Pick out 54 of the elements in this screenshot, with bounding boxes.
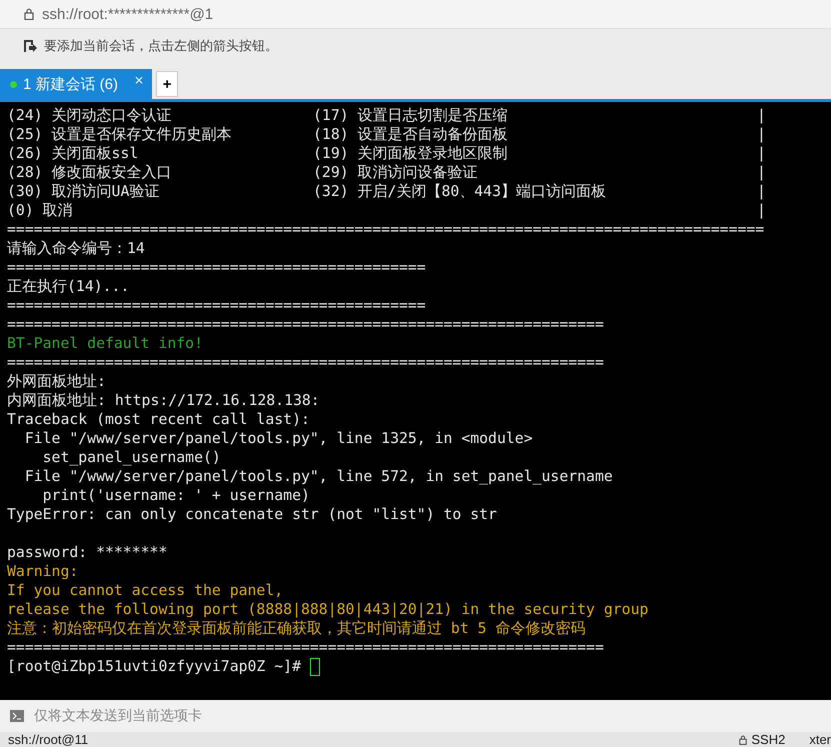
menu-option: (24) 关闭动态口令认证 [7,106,313,125]
terminal-line: ===================================================================================== [7,220,766,239]
lock-icon [24,8,34,20]
connection-text: ssh://root@11 [8,732,88,747]
terminal-type-text: xter [809,732,831,747]
terminal-line: 正在执行(14)... [7,277,130,296]
terminal-line: File "/www/server/panel/tools.py", line 1325, in <module> [24,429,534,448]
terminal-line: TypeError: can only concatenate str (not "list") to str [7,505,498,524]
terminal-line: set_panel_username() [42,448,222,467]
shell-prompt: [root@iZbp151uvti0zfyyvi7ap0Z ~]# [7,657,302,676]
cursor-icon [310,658,320,676]
table-border: | [757,106,766,125]
send-text-field[interactable]: 仅将文本发送到当前选项卡 [32,707,432,725]
terminal-line: 请输入命令编号：14 [7,239,146,258]
arrow-icon[interactable] [22,38,38,54]
protocol-text: SSH2 [751,732,786,747]
terminal-line: File "/www/server/panel/tools.py", line 572, in set_panel_username [24,467,614,486]
hint-text: 要添加当前会话，点击左侧的箭头按钮。 [44,38,278,55]
terminal-line: If you cannot access the panel, [7,581,284,600]
menu-option: (29) 取消访问设备验证 [313,163,757,182]
address-text: ssh://root:**************@1 [42,6,214,22]
terminal-line: =================================================================== [7,315,605,334]
close-button[interactable]: × [134,73,144,87]
menu-option: (28) 修改面板安全入口 [7,163,313,182]
lock-icon [739,734,748,744]
terminal-line: Traceback (most recent call last): [7,410,311,429]
new-tab-button[interactable]: + [156,71,178,97]
table-border: | [757,201,766,220]
terminal-line: Warning: [7,562,80,581]
terminal-line: =============================================== [7,258,427,277]
menu-option: (19) 关闭面板登录地区限制 [313,144,757,163]
terminal-line: release the following port (8888|888|80|443|20|21) in the security group [7,600,650,619]
terminal-line: 内网面板地址: https://172.16.128.138: [7,391,321,410]
menu-option: (25) 设置是否保存文件历史副本 [7,125,313,144]
terminal-line: =============================================== [7,296,427,315]
menu-option: (18) 设置是否自动备份面板 [313,125,757,144]
menu-option: (17) 设置日志切割是否压缩 [313,106,757,125]
terminal-line: password: ******** [7,543,168,562]
menu-option: (30) 取消访问UA验证 [7,182,313,201]
menu-option: (0) 取消 [7,201,313,220]
terminal-line: print('username: ' + username) [42,486,311,505]
table-border: | [757,144,766,163]
table-border: | [757,125,766,144]
terminal-line: 注意：初始密码仅在首次登录面板前能正确获取，其它时间请通过 bt 5 命令修改密码 [7,619,586,638]
terminal-icon [10,710,24,722]
terminal-line: =================================================================== [7,353,605,372]
menu-option: (32) 开启/关闭【80、443】端口访问面板 [313,182,757,201]
menu-option: (26) 关闭面板ssl [7,144,313,163]
table-border: | [757,163,766,182]
terminal-line: 外网面板地址: [7,372,107,391]
terminal-line: BT-Panel default info! [7,334,204,353]
session-tab[interactable]: 1 新建会话 (6) × [0,69,152,99]
terminal-line: =================================================================== [7,638,605,657]
table-border: | [757,182,766,201]
